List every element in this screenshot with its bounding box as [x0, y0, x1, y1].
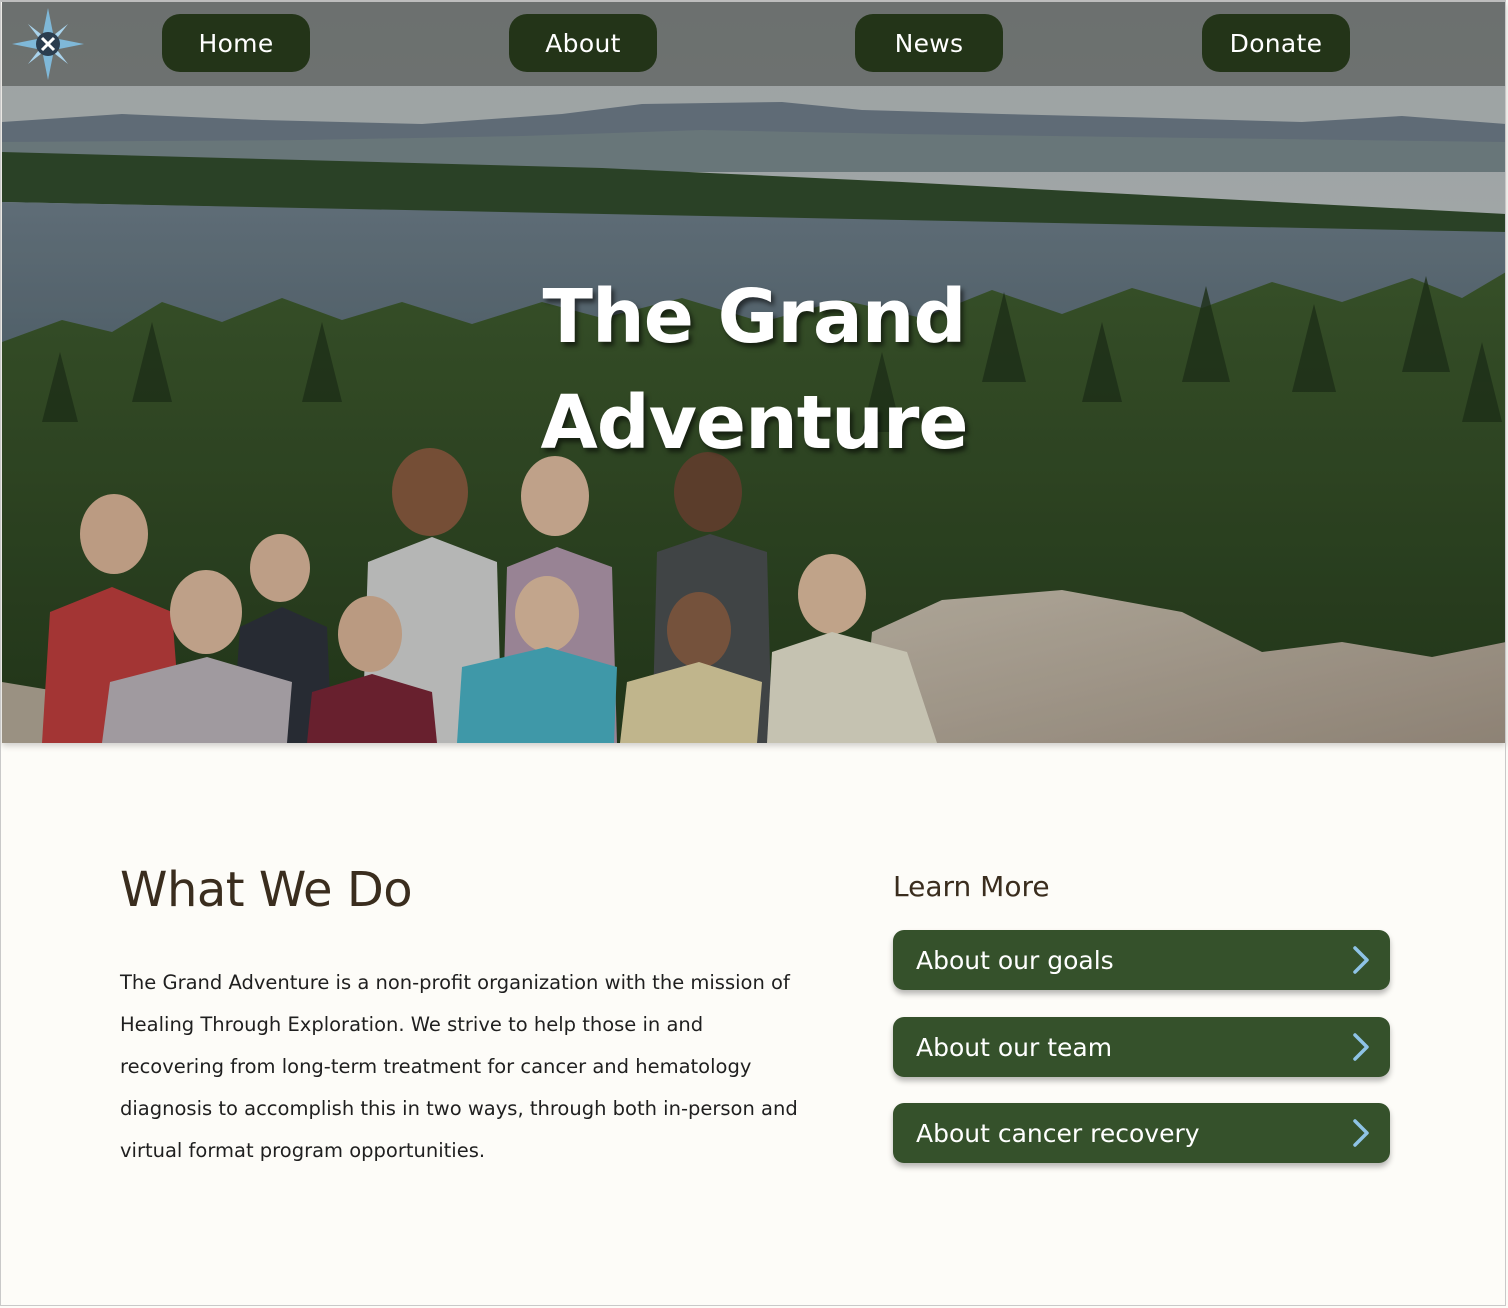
about-cancer-recovery-button[interactable]: About cancer recovery [893, 1103, 1390, 1163]
section-description: The Grand Adventure is a non-profit orga… [120, 971, 798, 1162]
nav-about-button[interactable]: About [509, 14, 657, 72]
about-cancer-recovery-label: About cancer recovery [916, 1118, 1200, 1148]
top-navbar: Home About News Donate [2, 2, 1506, 86]
section-title: What We Do [120, 862, 413, 918]
nav-home-button[interactable]: Home [162, 14, 310, 72]
hero-banner: Home About News Donate The Grand Adventu… [2, 2, 1506, 743]
chevron-right-icon [1353, 946, 1369, 974]
hero-title-line1: The Grand [542, 273, 967, 360]
about-goals-label: About our goals [916, 945, 1114, 975]
about-goals-button[interactable]: About our goals [893, 930, 1390, 990]
chevron-right-icon [1353, 1119, 1369, 1147]
hero-title-line2: Adventure [540, 379, 968, 466]
nav-news-button[interactable]: News [855, 14, 1003, 72]
compass-rose-icon[interactable] [10, 6, 86, 82]
about-team-button[interactable]: About our team [893, 1017, 1390, 1077]
learn-more-title: Learn More [893, 870, 1050, 903]
hero-title: The Grand Adventure [454, 264, 1054, 476]
about-team-label: About our team [916, 1032, 1113, 1062]
chevron-right-icon [1353, 1033, 1369, 1061]
nav-donate-button[interactable]: Donate [1202, 14, 1350, 72]
